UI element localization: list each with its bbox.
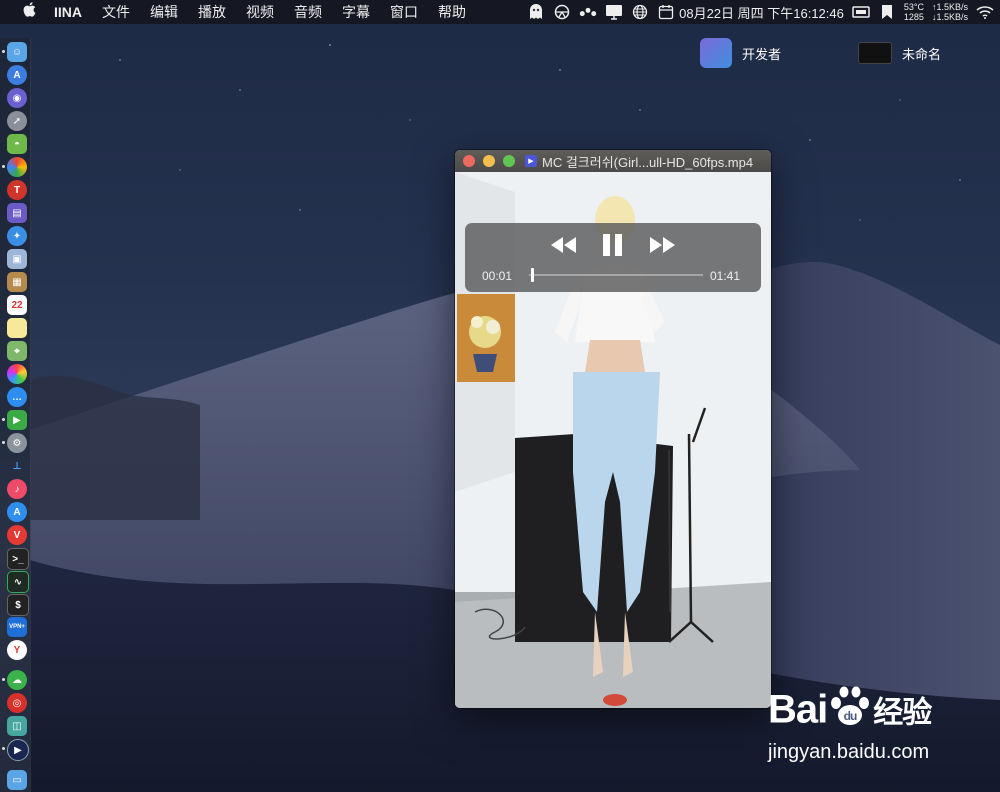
safari-icon[interactable]: ✦ <box>7 226 27 246</box>
window-title: MC 걸크러쉬(Girl...ull-HD_60fps.mp4 <box>542 154 754 170</box>
network-speed[interactable]: ↑1.5KB/s ↓1.5KB/s <box>932 2 968 22</box>
chrome-icon[interactable] <box>7 157 27 177</box>
wifi-icon[interactable] <box>976 3 994 21</box>
keynote-icon[interactable]: ⊥ <box>7 456 27 476</box>
running-indicator <box>2 165 5 168</box>
baidu-logo-text: Bai du 经验 <box>768 685 932 739</box>
svg-text:du: du <box>844 709 857 723</box>
iina-player-window[interactable]: ▶ MC 걸크러쉬(Girl...ull-HD_60fps.mp4 00:01 … <box>455 150 771 708</box>
photos-icon[interactable] <box>7 364 27 384</box>
archive-icon[interactable]: ▦ <box>7 272 27 292</box>
display-icon[interactable] <box>605 3 623 21</box>
pause-icon <box>603 234 622 256</box>
dots-cluster-icon[interactable] <box>579 3 597 21</box>
net-download: ↓1.5KB/s <box>931 12 968 22</box>
folder-icon[interactable]: ▭ <box>7 770 27 790</box>
siri-icon[interactable]: ◉ <box>7 88 27 108</box>
menu-playback[interactable]: 播放 <box>188 0 236 24</box>
cpu-temp: 53°C <box>903 2 924 12</box>
finder-icon[interactable]: ☺ <box>7 42 27 62</box>
duration: 01:41 <box>710 269 741 283</box>
system-preferences-icon[interactable]: ⚙ <box>7 433 27 453</box>
iina-dock-icon[interactable]: ▶ <box>7 739 29 761</box>
android-icon[interactable]: ◓ <box>7 134 27 154</box>
rewind-button[interactable] <box>549 233 579 257</box>
screenshot-app-icon[interactable]: ◫ <box>7 716 27 736</box>
activity-monitor-icon[interactable]: ∿ <box>7 571 29 593</box>
bookmark-icon[interactable] <box>878 3 896 21</box>
yandex-icon[interactable]: Y <box>7 640 27 660</box>
app-store-icon[interactable]: A <box>7 65 27 85</box>
menu-audio[interactable]: 音频 <box>284 0 332 24</box>
system-stats[interactable]: 53°C 1285 <box>904 2 924 22</box>
fast-forward-button[interactable] <box>647 233 677 257</box>
desktop-item-label: 开发者 <box>742 46 782 62</box>
menu-help[interactable]: 帮助 <box>428 0 476 24</box>
playback-controller[interactable]: 00:01 01:41 <box>465 223 761 292</box>
console-icon[interactable]: $ <box>7 594 29 616</box>
menu-file[interactable]: 文件 <box>92 0 140 24</box>
dock: ☺ A ◉ ➚ ◓ T ▤ ✦ ▣ ▦ 22 ⌖ … ▶ ⚙ ⊥ ♪ A V >… <box>0 38 31 792</box>
pause-button[interactable] <box>599 231 627 259</box>
launchpad-rocket-icon[interactable]: ➚ <box>7 111 27 131</box>
fan-speed: 1285 <box>903 12 924 22</box>
rewind-icon <box>551 237 576 253</box>
screen-switch-icon[interactable] <box>852 3 870 21</box>
calendar-icon[interactable] <box>657 3 675 21</box>
paw-logo-icon: du <box>827 685 873 739</box>
video-frame[interactable]: 00:01 01:41 <box>455 172 771 708</box>
window-titlebar[interactable]: ▶ MC 걸크러쉬(Girl...ull-HD_60fps.mp4 <box>455 150 771 172</box>
vivaldi-icon[interactable]: V <box>7 525 27 545</box>
netease-music-icon[interactable]: ◎ <box>7 693 27 713</box>
menu-subtitles[interactable]: 字幕 <box>332 0 380 24</box>
video-file-icon: ▶ <box>525 155 537 167</box>
menu-app-name[interactable]: IINA <box>44 0 92 24</box>
terminal-icon[interactable]: >_ <box>7 548 29 570</box>
globe-icon[interactable] <box>631 3 649 21</box>
apple-menu-icon[interactable] <box>14 2 44 22</box>
menubar-datetime[interactable]: 08月22日 周四 下午16:12:46 <box>679 3 844 22</box>
stickies-icon[interactable] <box>7 318 27 338</box>
notes-purple-icon[interactable]: ▤ <box>7 203 27 223</box>
seek-bar[interactable] <box>529 274 703 276</box>
running-indicator <box>2 50 5 53</box>
seek-bar-knob[interactable] <box>530 268 534 282</box>
current-time: 00:01 <box>482 269 513 283</box>
close-window-button[interactable] <box>463 155 475 167</box>
net-upload: ↑1.5KB/s <box>931 2 968 12</box>
ghost-icon[interactable] <box>527 3 545 21</box>
menu-video[interactable]: 视频 <box>236 0 284 24</box>
menu-bar: IINA 文件 编辑 播放 视频 音频 字幕 窗口 帮助 08月22日 周四 下… <box>0 0 1000 24</box>
running-indicator <box>2 441 5 444</box>
wechat-icon[interactable]: ☁ <box>7 670 27 690</box>
baidu-watermark: Bai du 经验 jingyan.baidu.com <box>768 685 968 775</box>
vpn-icon[interactable]: VPN+ <box>7 617 27 637</box>
desktop-item-developer[interactable]: 开发者 <box>700 38 781 68</box>
running-indicator <box>2 418 5 421</box>
preview-icon[interactable]: ▣ <box>7 249 27 269</box>
calendar-app-icon[interactable]: 22 <box>7 295 27 315</box>
maps-icon[interactable]: ⌖ <box>7 341 27 361</box>
menu-edit[interactable]: 编辑 <box>140 0 188 24</box>
facetime-icon[interactable]: ▶ <box>7 410 27 430</box>
running-indicator <box>2 747 5 750</box>
steering-wheel-icon[interactable] <box>553 3 571 21</box>
baidu-url: jingyan.baidu.com <box>768 741 930 763</box>
fast-forward-icon <box>650 237 675 253</box>
messages-icon[interactable]: … <box>7 387 27 407</box>
desktop-item-untitled[interactable]: 未命名 <box>858 42 941 64</box>
desktop-item-label: 未命名 <box>902 46 942 62</box>
zoom-window-button[interactable] <box>503 155 515 167</box>
screenshot-thumbnail-icon <box>858 42 892 64</box>
music-icon[interactable]: ♪ <box>7 479 27 499</box>
tools-red-icon[interactable]: T <box>7 180 27 200</box>
developer-app-icon <box>700 38 732 68</box>
minimize-window-button[interactable] <box>483 155 495 167</box>
running-indicator <box>2 678 5 681</box>
menu-window[interactable]: 窗口 <box>380 0 428 24</box>
app-store-blue-icon[interactable]: A <box>7 502 27 522</box>
